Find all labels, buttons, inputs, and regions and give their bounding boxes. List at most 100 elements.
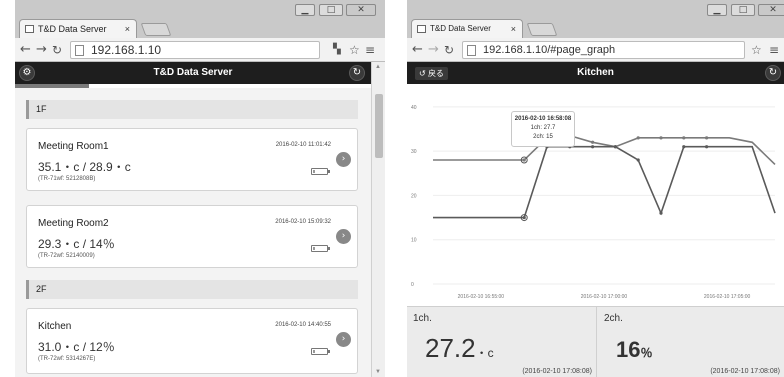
device-name: Meeting Room1: [38, 141, 109, 152]
y-tick-label: 0: [411, 282, 414, 288]
data-point: [613, 145, 617, 149]
chart-tooltip: 2016-02-10 16:58:08 1ch: 27.7 2ch: 15: [511, 111, 575, 147]
forward-arrow-icon[interactable]: →: [428, 41, 439, 59]
close-tab-icon[interactable]: ×: [125, 20, 130, 38]
back-arrow-icon[interactable]: ←: [20, 41, 31, 59]
line-chart[interactable]: 0 10 20 30 40 2016-02-10 16:55:00 2016-02-10 1…: [407, 84, 784, 306]
data-point: [682, 136, 686, 140]
ch1-unit: ・c: [475, 346, 494, 360]
device-timestamp: 2016-02-10 15:09:32: [275, 219, 331, 225]
back-arrow-icon[interactable]: ←: [412, 41, 423, 59]
page-icon: [25, 25, 34, 33]
app-header: ⚙ T&D Data Server ↻: [15, 62, 371, 84]
refresh-icon[interactable]: ↻: [765, 65, 781, 81]
y-tick-label: 10: [411, 238, 417, 244]
ch2-time: (2016-02-10 17:08:08): [710, 368, 780, 375]
data-point: [659, 211, 663, 215]
data-point: [636, 136, 640, 140]
refresh-icon[interactable]: ↻: [349, 65, 365, 81]
device-model: (TR-71wf: 5212808B): [38, 176, 96, 182]
tab-title: T&D Data Server: [38, 24, 107, 34]
tab-title: T&D Data Server: [430, 24, 491, 33]
x-tick-label: 2016-02-10 16:55:00: [458, 294, 505, 300]
device-model: (TR-72wf: 5314267E): [38, 356, 96, 362]
tooltip-ch1: 1ch: 27.7: [530, 125, 556, 131]
y-tick-label: 40: [411, 105, 417, 111]
battery-icon: [311, 348, 330, 355]
data-point: [636, 158, 640, 162]
ch2-label: 2ch.: [604, 313, 623, 324]
chevron-right-icon[interactable]: ›: [336, 332, 351, 347]
new-tab-button[interactable]: [526, 23, 558, 36]
url-text: 192.168.1.10/#page_graph: [483, 44, 616, 56]
ch2-value-wrap: 16％: [616, 337, 653, 363]
close-window-button[interactable]: ✕: [758, 4, 784, 16]
minimize-button[interactable]: ▁: [295, 4, 315, 16]
data-point: [522, 215, 526, 220]
series-line: [433, 134, 776, 166]
ch1-value: 27.2: [425, 333, 476, 363]
series-line: [433, 145, 776, 219]
maximize-button[interactable]: □: [319, 4, 343, 16]
page-icon: [467, 45, 476, 56]
browser-titlebar: ▁ □ ✕ T&D Data Server ×: [15, 0, 385, 38]
maximize-button[interactable]: □: [731, 4, 755, 16]
ch1-label: 1ch.: [413, 313, 432, 324]
bookmark-star-icon[interactable]: ☆: [751, 41, 762, 59]
device-model: (TR-72wf: 52140009): [38, 253, 95, 259]
ch2-unit: ％: [640, 346, 653, 360]
data-point: [705, 145, 709, 149]
close-tab-icon[interactable]: ×: [511, 20, 516, 38]
ch2-value: 16: [616, 337, 641, 362]
menu-icon[interactable]: ≡: [365, 41, 375, 59]
new-tab-button[interactable]: [140, 23, 172, 36]
address-bar[interactable]: 192.168.1.10: [70, 41, 320, 59]
device-card[interactable]: Meeting Room1 35.1・c / 28.9・c (TR-71wf: …: [26, 128, 358, 191]
browser-tab[interactable]: T&D Data Server ×: [19, 19, 137, 38]
scrollbar[interactable]: ▲ ▼: [371, 62, 385, 377]
device-card[interactable]: Kitchen 31.0・c / 12％ (TR-72wf: 5314267E)…: [26, 308, 358, 374]
forward-arrow-icon[interactable]: →: [36, 41, 47, 59]
x-tick-label: 2016-02-10 17:05:00: [704, 294, 751, 300]
toolbar: ← → ↻ 192.168.1.10 ▚ ☆ ≡: [15, 38, 385, 62]
scrollbar-thumb[interactable]: [375, 94, 383, 158]
minimize-button[interactable]: ▁: [707, 4, 727, 16]
translate-icon[interactable]: ▚: [333, 41, 341, 59]
toolbar: ← → ↻ 192.168.1.10/#page_graph ☆ ≡: [407, 38, 784, 62]
device-card[interactable]: Meeting Room2 29.3・c / 14％ (TR-72wf: 521…: [26, 205, 358, 268]
device-reading: 31.0・c / 12％: [38, 340, 115, 354]
reload-icon[interactable]: ↻: [444, 41, 454, 59]
data-point: [659, 136, 663, 140]
app-header: ↺ 戻る Kitchen ↻: [407, 62, 784, 84]
y-tick-label: 20: [411, 193, 417, 199]
page-icon: [75, 45, 84, 56]
chevron-right-icon[interactable]: ›: [336, 229, 351, 244]
page-icon: [417, 25, 426, 33]
device-list: 1F Meeting Room1 35.1・c / 28.9・c (TR-71w…: [15, 88, 371, 377]
chevron-right-icon[interactable]: ›: [336, 152, 351, 167]
browser-titlebar: ▁ □ ✕ T&D Data Server ×: [407, 0, 784, 38]
list-window: ▁ □ ✕ T&D Data Server × ← → ↻ 192.168.1.…: [15, 0, 385, 377]
scroll-up-icon[interactable]: ▲: [375, 64, 381, 70]
tooltip-ch2: 2ch: 15: [533, 134, 553, 140]
ch2-panel: 2ch. 16％ (2016-02-10 17:08:08): [598, 307, 784, 377]
url-text: 192.168.1.10: [91, 43, 162, 57]
reload-icon[interactable]: ↻: [52, 41, 62, 59]
data-point: [591, 140, 595, 144]
current-values-panel: 1ch. 27.2・c (2016-02-10 17:08:08) 2ch. 1…: [407, 306, 784, 377]
bookmark-star-icon[interactable]: ☆: [349, 41, 360, 59]
device-name: Kitchen: [38, 321, 72, 332]
scroll-down-icon[interactable]: ▼: [375, 369, 381, 375]
address-bar[interactable]: 192.168.1.10/#page_graph: [462, 41, 745, 59]
data-point: [522, 158, 526, 162]
ch1-value-wrap: 27.2・c: [425, 333, 494, 364]
graph-panel: 0 10 20 30 40 2016-02-10 16:55:00 2016-02-10 1…: [407, 84, 784, 306]
device-timestamp: 2016-02-10 14:40:55: [275, 322, 331, 328]
x-tick-label: 2016-02-10 17:00:00: [581, 294, 628, 300]
data-point: [591, 145, 595, 149]
browser-tab[interactable]: T&D Data Server ×: [411, 19, 523, 38]
ch1-panel: 1ch. 27.2・c (2016-02-10 17:08:08): [407, 307, 597, 377]
close-window-button[interactable]: ✕: [346, 4, 376, 16]
menu-icon[interactable]: ≡: [769, 41, 779, 59]
data-point: [705, 136, 709, 140]
